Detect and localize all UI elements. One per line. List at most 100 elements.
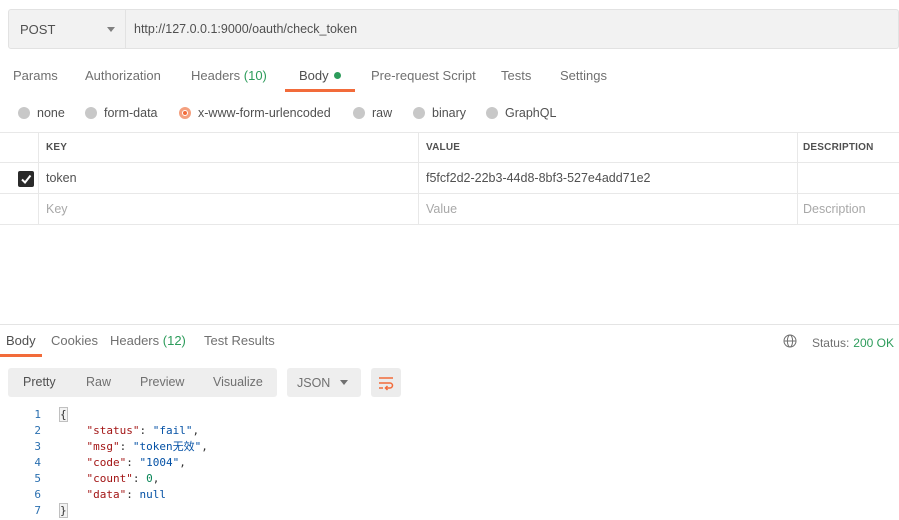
tab-authorization[interactable]: Authorization — [85, 64, 161, 92]
method-label: POST — [20, 21, 56, 37]
code-line: 7} — [0, 503, 899, 519]
radio-form-data[interactable]: form-data — [85, 103, 158, 123]
tab-label: Pre-request Script — [371, 68, 476, 83]
tab-label: Body — [299, 68, 329, 83]
response-status: Status: 200 OK — [783, 334, 894, 351]
status-value: 200 OK — [853, 335, 894, 350]
param-value-cell[interactable]: f5fcf2d2-22b3-44d8-8bf3-527e4add71e2 — [418, 163, 797, 193]
json-value: "fail" — [152, 424, 193, 437]
format-label: JSON — [297, 375, 331, 390]
new-description-input[interactable]: Description — [797, 194, 899, 224]
headers-count: (10) — [243, 68, 267, 83]
radio-circle — [85, 107, 97, 119]
tab-params[interactable]: Params — [13, 64, 58, 92]
radio-graphql[interactable]: GraphQL — [486, 103, 556, 123]
code-line: 3 "msg": "token无效", — [0, 439, 899, 455]
response-tab-cookies[interactable]: Cookies — [51, 333, 98, 357]
param-description-cell[interactable] — [797, 163, 899, 193]
radio-x-www-form-urlencoded[interactable]: x-www-form-urlencoded — [179, 103, 331, 123]
table-row: token f5fcf2d2-22b3-44d8-8bf3-527e4add71… — [0, 163, 899, 194]
radio-label: raw — [372, 106, 393, 120]
tab-label: Cookies — [51, 333, 98, 348]
radio-label: x-www-form-urlencoded — [198, 106, 331, 120]
line-number: 2 — [34, 424, 41, 437]
json-comma: , — [201, 440, 208, 453]
json-key: "count" — [86, 472, 133, 485]
response-tab-headers[interactable]: Headers (12) — [110, 333, 186, 357]
json-value: "1004" — [139, 456, 180, 469]
view-raw-button[interactable]: Raw — [86, 368, 111, 397]
status-label: Status: — [811, 335, 850, 350]
column-header-description: DESCRIPTION — [797, 133, 899, 163]
column-header-key: KEY — [38, 133, 418, 163]
method-select[interactable]: POST — [9, 10, 126, 48]
row-enabled-checkbox[interactable] — [18, 171, 34, 187]
line-number: 3 — [34, 440, 41, 453]
code-line: 5 "count": 0, — [0, 471, 899, 487]
json-value: null — [139, 488, 167, 501]
new-key-input[interactable]: Key — [38, 194, 418, 224]
code-line: 4 "code": "1004", — [0, 455, 899, 471]
checkmark-icon — [21, 174, 32, 185]
tab-pre-request-script[interactable]: Pre-request Script — [371, 64, 476, 92]
radio-circle — [413, 107, 425, 119]
chevron-down-icon — [107, 26, 115, 32]
tab-label: Settings — [560, 68, 607, 83]
json-value: 0 — [146, 472, 153, 485]
line-number: 4 — [34, 456, 41, 469]
radio-label: form-data — [104, 106, 158, 120]
tab-label: Test Results — [204, 333, 275, 348]
code-line: 6 "data": null — [0, 487, 899, 503]
json-key: "code" — [86, 456, 127, 469]
tab-label: Body — [6, 333, 36, 348]
chevron-down-icon — [340, 380, 348, 385]
line-number: 7 — [34, 504, 41, 517]
tab-headers[interactable]: Headers (10) — [191, 64, 267, 92]
open-brace: { — [59, 407, 68, 422]
request-tabs: Params Authorization Headers (10) Body P… — [0, 64, 899, 92]
body-indicator-dot — [333, 72, 341, 79]
tab-label: Headers — [110, 333, 160, 348]
json-key: "status" — [86, 424, 140, 437]
response-tabs: Body Cookies Headers (12) Test Results S… — [0, 324, 899, 357]
radio-circle — [353, 107, 365, 119]
view-visualize-button[interactable]: Visualize — [213, 368, 263, 397]
view-pretty-button[interactable]: Pretty — [23, 368, 56, 397]
json-value: "token无效" — [132, 440, 202, 453]
table-row-new: Key Value Description — [0, 194, 899, 225]
code-line: 2 "status": "fail", — [0, 423, 899, 439]
format-select[interactable]: JSON — [287, 368, 361, 397]
tab-label: Authorization — [85, 68, 161, 83]
json-key: "data" — [86, 488, 127, 501]
radio-none[interactable]: none — [18, 103, 65, 123]
tab-tests[interactable]: Tests — [501, 64, 531, 92]
code-line: 1{ — [0, 407, 899, 423]
json-comma: , — [152, 472, 160, 485]
new-value-input[interactable]: Value — [418, 194, 797, 224]
url-input[interactable]: http://127.0.0.1:9000/oauth/check_token — [126, 10, 898, 48]
wrap-lines-icon — [379, 376, 394, 391]
param-key-cell[interactable]: token — [38, 163, 418, 193]
response-tab-body[interactable]: Body — [0, 333, 42, 357]
wrap-lines-button[interactable] — [371, 368, 401, 397]
line-number: 1 — [34, 408, 41, 421]
view-mode-toolbar: Pretty Raw Preview Visualize — [8, 368, 277, 397]
line-number: 5 — [34, 472, 41, 485]
json-key: "msg" — [86, 440, 120, 453]
response-tab-test-results[interactable]: Test Results — [204, 333, 275, 357]
tab-settings[interactable]: Settings — [560, 64, 607, 92]
table-header-row: KEY VALUE DESCRIPTION — [0, 132, 899, 163]
view-preview-button[interactable]: Preview — [140, 368, 184, 397]
column-header-value: VALUE — [418, 133, 797, 163]
radio-label: binary — [432, 106, 467, 120]
tab-label: Params — [13, 68, 58, 83]
tab-body[interactable]: Body — [285, 64, 355, 92]
radio-label: GraphQL — [505, 106, 557, 120]
radio-raw[interactable]: raw — [353, 103, 392, 123]
body-type-radios: none form-data x-www-form-urlencoded raw… — [0, 103, 899, 123]
globe-icon[interactable] — [783, 334, 797, 351]
radio-binary[interactable]: binary — [413, 103, 466, 123]
headers-count: (12) — [162, 333, 186, 348]
radio-label: none — [37, 106, 65, 120]
line-number: 6 — [34, 488, 41, 501]
